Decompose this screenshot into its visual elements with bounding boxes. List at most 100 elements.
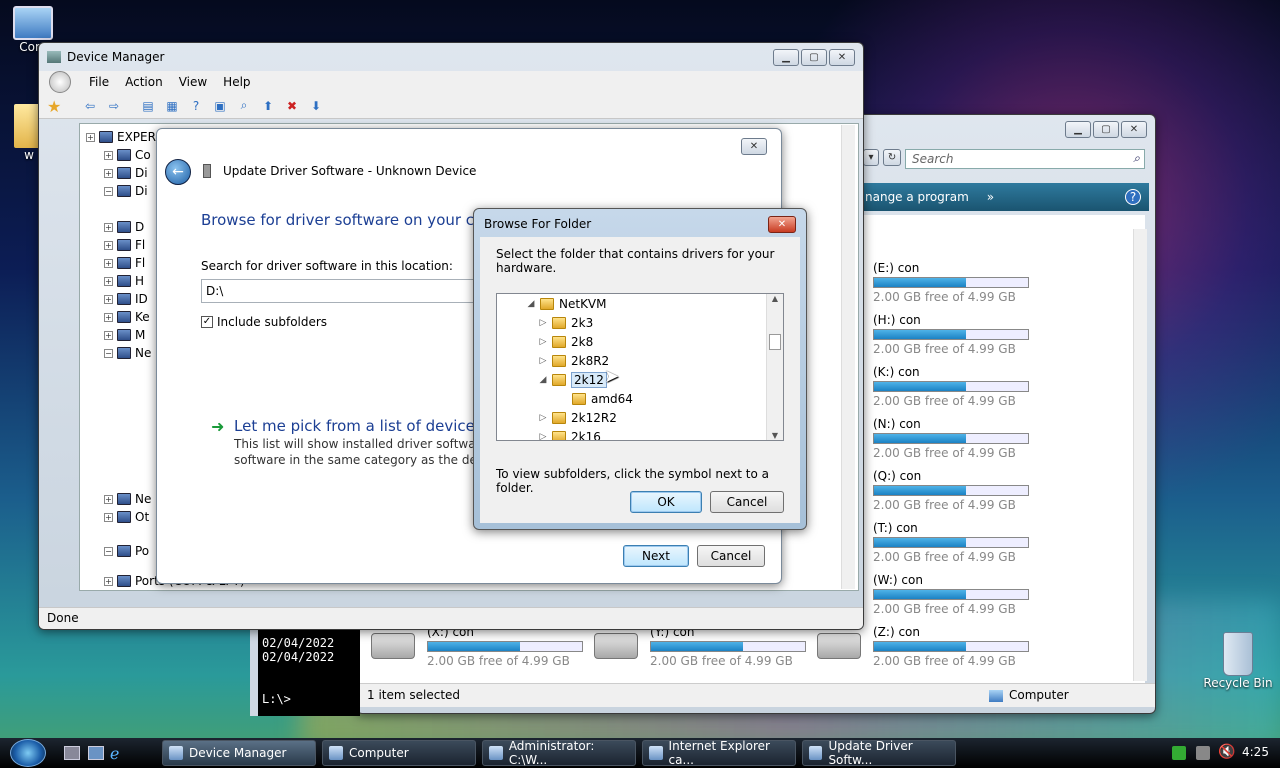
drive-item[interactable]: (W:) con 2.00 GB free of 4.99 GB xyxy=(873,573,1033,617)
drive-z[interactable]: (Z:) con 2.00 GB free of 4.99 GB xyxy=(817,625,1033,669)
folder-tree-item[interactable]: ◢ NetKVM xyxy=(527,294,607,313)
location-input[interactable]: D:\ xyxy=(201,279,501,303)
menu-file[interactable]: File xyxy=(89,75,109,89)
command-prompt-window[interactable]: 02/04/2022 02/04/2022 L:\> xyxy=(250,628,360,716)
help-icon[interactable]: ? xyxy=(187,98,205,114)
show-desktop-icon[interactable] xyxy=(64,746,80,760)
cancel-button[interactable]: Cancel xyxy=(710,491,784,513)
disable-icon[interactable]: ⬇ xyxy=(307,98,325,114)
device-tree-item[interactable]: + M xyxy=(104,326,145,344)
more-commands-icon[interactable]: » xyxy=(987,190,994,204)
update-driver-icon[interactable]: ⬆ xyxy=(259,98,277,114)
refresh-icon[interactable]: ↻ xyxy=(883,149,901,166)
pick-from-list-link[interactable]: Let me pick from a list of device dr xyxy=(234,417,495,435)
network-icon[interactable] xyxy=(1172,746,1186,760)
maximize-button[interactable]: ▢ xyxy=(1093,121,1119,138)
drive-y[interactable]: (Y:) con 2.00 GB free of 4.99 GB xyxy=(594,625,810,669)
minimize-button[interactable]: ▁ xyxy=(773,48,799,66)
device-tree-item[interactable]: + Fl xyxy=(104,254,145,272)
search-input[interactable]: Search ⌕ xyxy=(905,149,1145,169)
device-tree-item[interactable]: − Po xyxy=(104,542,149,560)
search-icon[interactable]: ⌕ xyxy=(1133,151,1140,166)
drive-x[interactable]: (X:) con 2.00 GB free of 4.99 GB xyxy=(371,625,587,669)
expand-icon[interactable]: + xyxy=(104,330,113,340)
device-tree-item[interactable]: + Ke xyxy=(104,308,150,326)
expand-icon[interactable]: + xyxy=(104,576,113,586)
folder-tree-item[interactable]: ◢ 2k12 xyxy=(539,370,607,389)
device-tree-item[interactable]: + Ot xyxy=(104,508,149,526)
menu-action[interactable]: Action xyxy=(125,75,163,89)
network-status-icon[interactable] xyxy=(1196,746,1210,760)
minimize-button[interactable]: ▁ xyxy=(1065,121,1091,138)
taskbar-button[interactable]: Update Driver Softw... xyxy=(802,739,956,767)
expand-icon[interactable]: + xyxy=(104,512,113,522)
close-button[interactable]: ✕ xyxy=(1121,121,1147,138)
help-icon[interactable]: ? xyxy=(1125,189,1141,205)
device-tree-item[interactable]: − Di xyxy=(104,182,148,200)
internet-explorer-icon[interactable]: ℯ xyxy=(110,744,119,763)
volume-muted-icon[interactable]: 🔇 xyxy=(1218,744,1235,760)
close-button[interactable]: ✕ xyxy=(829,48,855,66)
expand-icon[interactable]: + xyxy=(104,240,113,250)
favorites-star-icon[interactable]: ★ xyxy=(47,97,69,116)
taskbar-button[interactable]: Internet Explorer ca... xyxy=(642,739,796,767)
expand-icon[interactable]: − xyxy=(104,546,113,556)
expand-icon[interactable]: ▷ xyxy=(539,356,547,366)
expand-icon[interactable]: ▷ xyxy=(539,432,547,441)
expand-icon[interactable]: + xyxy=(104,494,113,504)
scroll-up-icon[interactable]: ▲ xyxy=(767,294,783,303)
scan-hardware-icon[interactable]: ⌕ xyxy=(235,98,253,114)
expand-icon[interactable]: − xyxy=(104,186,113,196)
expand-icon[interactable]: ▷ xyxy=(539,318,547,328)
tree-scrollbar[interactable] xyxy=(841,125,855,589)
drive-item[interactable]: (H:) con 2.00 GB free of 4.99 GB xyxy=(873,313,1033,357)
taskbar-button[interactable]: Administrator: C:\W... xyxy=(482,739,636,767)
vertical-scrollbar[interactable] xyxy=(1133,229,1147,681)
folder-tree-item[interactable]: amd64 xyxy=(559,389,633,408)
back-arrow-icon[interactable]: ← xyxy=(165,159,191,185)
device-tree-item[interactable]: − Ne xyxy=(104,344,151,362)
expand-icon[interactable]: + xyxy=(104,222,113,232)
back-circle-icon[interactable] xyxy=(49,71,71,93)
expand-icon[interactable]: + xyxy=(86,132,95,142)
start-button[interactable] xyxy=(10,739,46,767)
expand-icon[interactable]: − xyxy=(104,348,113,358)
device-tree-item[interactable]: + ID xyxy=(104,290,148,308)
expand-icon[interactable]: ▷ xyxy=(539,413,547,423)
device-tree-item[interactable]: + Co xyxy=(104,146,151,164)
next-button[interactable]: Next xyxy=(623,545,689,567)
device-tree-item[interactable]: + D xyxy=(104,218,144,236)
device-tree-item[interactable]: + Ne xyxy=(104,490,151,508)
menu-view[interactable]: View xyxy=(179,75,207,89)
menu-help[interactable]: Help xyxy=(223,75,250,89)
maximize-button[interactable]: ▢ xyxy=(801,48,827,66)
expand-icon[interactable]: ◢ xyxy=(539,375,547,385)
scroll-thumb[interactable] xyxy=(769,334,781,350)
drive-item[interactable]: (E:) con 2.00 GB free of 4.99 GB xyxy=(873,261,1033,305)
dropdown-button[interactable]: ▾ xyxy=(863,149,880,166)
device-manager-titlebar[interactable]: Device Manager ▁ ▢ ✕ xyxy=(39,43,863,71)
expand-icon[interactable]: + xyxy=(104,276,113,286)
taskbar-button[interactable]: Computer xyxy=(322,740,476,766)
taskbar-button[interactable]: Device Manager xyxy=(162,740,316,766)
device-tree-item[interactable]: + H xyxy=(104,272,144,290)
folder-tree-item[interactable]: ▷ 2k16 xyxy=(539,427,601,441)
close-button[interactable]: ✕ xyxy=(741,138,767,155)
expand-icon[interactable]: + xyxy=(104,168,113,178)
close-button[interactable]: ✕ xyxy=(768,216,796,233)
expand-icon[interactable]: ◢ xyxy=(527,299,535,309)
expand-icon[interactable]: + xyxy=(104,258,113,268)
folder-tree-scrollbar[interactable]: ▲ ▼ xyxy=(766,294,783,440)
folder-tree-item[interactable]: ▷ 2k8 xyxy=(539,332,594,351)
forward-icon[interactable]: ⇨ xyxy=(105,98,123,114)
expand-icon[interactable]: + xyxy=(104,294,113,304)
folder-tree-item[interactable]: ▷ 2k8R2 xyxy=(539,351,610,370)
cancel-button[interactable]: Cancel xyxy=(697,545,765,567)
back-icon[interactable]: ⇦ xyxy=(81,98,99,114)
include-subfolders-checkbox[interactable]: ✓ Include subfolders xyxy=(201,315,327,329)
view-icon[interactable]: ▣ xyxy=(211,98,229,114)
drive-item[interactable]: (K:) con 2.00 GB free of 4.99 GB xyxy=(873,365,1033,409)
device-tree-item[interactable]: + Di xyxy=(104,164,148,182)
show-hide-tree-icon[interactable]: ▤ xyxy=(139,98,157,114)
uninstall-program-command[interactable]: nange a program xyxy=(865,190,969,204)
